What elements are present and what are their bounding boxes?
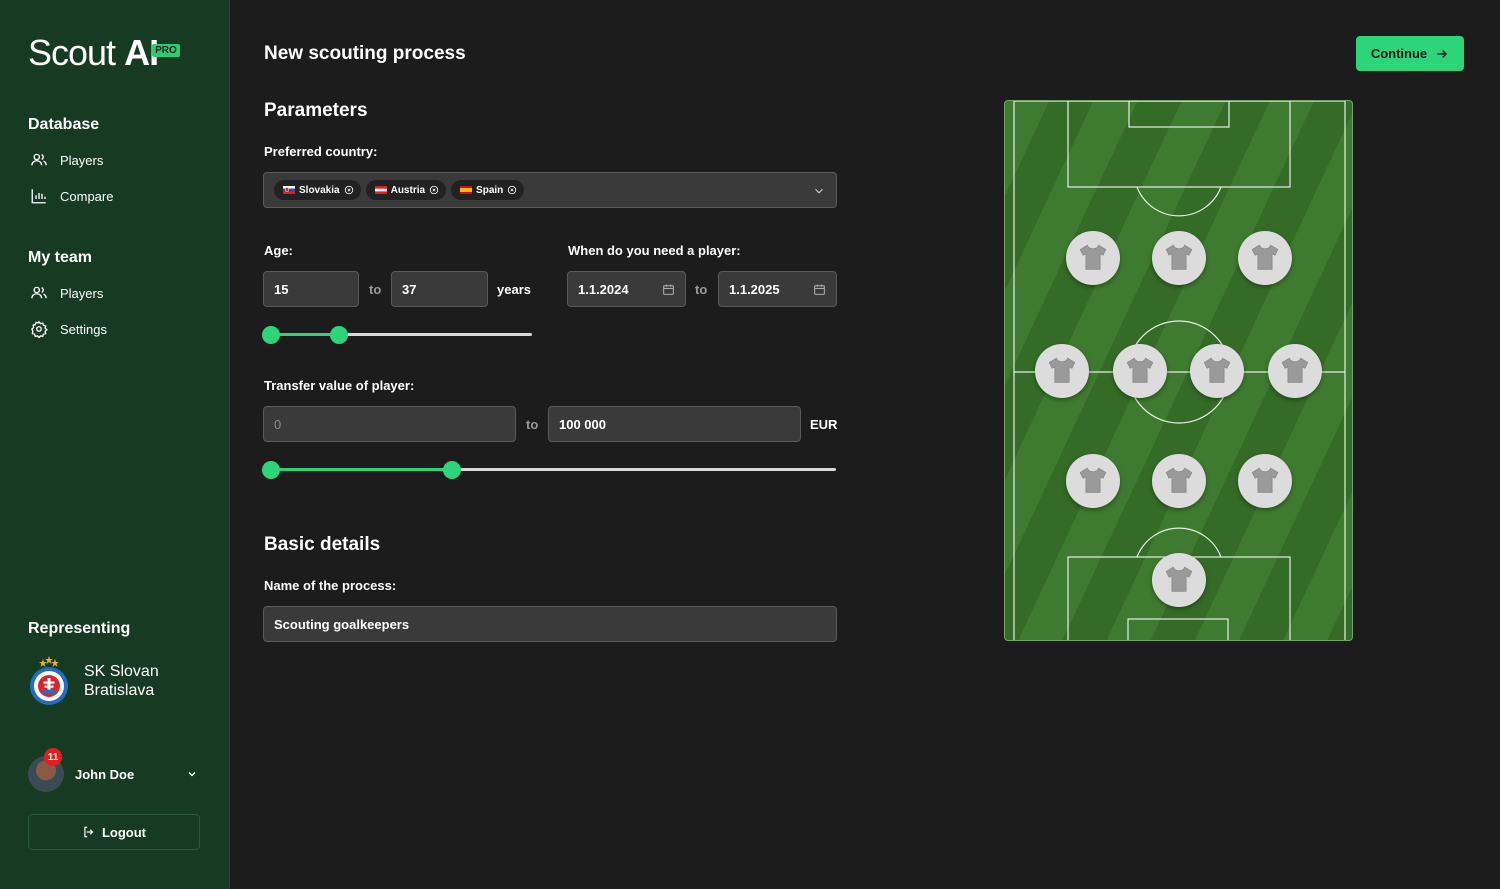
sidebar-item-label: Players	[60, 285, 104, 301]
logout-label: Logout	[101, 824, 147, 840]
club-crest-icon	[30, 656, 68, 705]
age-label: Age:	[264, 243, 293, 258]
sidebar: Scout AI PRO Database Players Compare My…	[0, 0, 230, 889]
date-to-value: 1.1.2025	[729, 281, 780, 297]
sidebar-item-label: Compare	[60, 188, 114, 204]
chevron-down-icon[interactable]	[186, 768, 198, 780]
transfer-slider-fill	[271, 468, 452, 471]
player-slot[interactable]	[1152, 231, 1206, 285]
sidebar-item-team-players[interactable]: Players	[30, 284, 103, 302]
users-icon	[31, 286, 47, 299]
date-from-input[interactable]: 1.1.2024	[567, 271, 686, 307]
shirt-icon	[1079, 244, 1107, 270]
chip-label: Spain	[476, 184, 504, 196]
country-chip-spain[interactable]: Spain	[451, 180, 525, 200]
spain-flag-icon	[460, 186, 473, 194]
logout-icon	[84, 826, 94, 838]
sidebar-item-label: Settings	[60, 321, 107, 337]
chip-label: Slovakia	[299, 184, 340, 196]
player-slot[interactable]	[1152, 454, 1206, 508]
player-slot[interactable]	[1268, 344, 1322, 398]
chip-label: Austria	[390, 184, 426, 196]
avatar[interactable]: 11	[28, 748, 64, 792]
player-slot[interactable]	[1113, 344, 1167, 398]
player-slot[interactable]	[1152, 553, 1206, 607]
chevron-down-icon[interactable]	[812, 184, 826, 198]
shirt-icon	[1165, 566, 1193, 592]
slovakia-flag-icon	[283, 186, 295, 194]
country-chip-austria[interactable]: Austria	[365, 180, 447, 200]
calendar-icon[interactable]	[813, 283, 826, 296]
country-chip-slovakia[interactable]: Slovakia	[274, 180, 361, 200]
parameters-title: Parameters	[264, 100, 368, 121]
player-slot[interactable]	[1066, 231, 1120, 285]
player-slot[interactable]	[1190, 344, 1244, 398]
age-from-input[interactable]: 15	[263, 271, 359, 307]
shirt-icon	[1079, 467, 1107, 493]
sidebar-item-compare[interactable]: Compare	[30, 187, 113, 205]
page-title: New scouting process	[264, 43, 466, 64]
currency-label: EUR	[810, 417, 838, 432]
date-from-value: 1.1.2024	[578, 281, 629, 297]
shirt-icon	[1203, 357, 1231, 383]
transfer-to-input[interactable]: 100 000	[548, 406, 801, 442]
shirt-icon	[1048, 357, 1076, 383]
age-unit-label: years	[497, 282, 531, 297]
arrow-right-icon	[1437, 49, 1448, 58]
country-label: Preferred country:	[264, 144, 378, 159]
transfer-slider-thumb-from[interactable]	[262, 461, 280, 479]
remove-chip-icon[interactable]	[344, 185, 354, 195]
transfer-slider-thumb-to[interactable]	[442, 461, 461, 479]
age-slider-thumb-to[interactable]	[329, 326, 348, 344]
gear-icon	[31, 320, 48, 338]
player-slot[interactable]	[1238, 454, 1292, 508]
to-label: to	[526, 417, 539, 432]
transfer-label: Transfer value of player:	[264, 378, 415, 393]
player-slot[interactable]	[1066, 454, 1120, 508]
club-info: SK Slovan Bratislava	[28, 656, 184, 706]
user-name: John Doe	[75, 766, 135, 782]
app-logo[interactable]: Scout AI PRO	[28, 34, 180, 72]
pro-badge: PRO	[152, 44, 180, 57]
process-name-label: Name of the process:	[264, 578, 397, 593]
need-label: When do you need a player:	[568, 243, 741, 258]
remove-chip-icon[interactable]	[429, 185, 439, 195]
database-section-title: Database	[28, 116, 100, 133]
age-slider-thumb-from[interactable]	[262, 326, 280, 344]
age-slider-fill	[271, 333, 339, 336]
shirt-icon	[1251, 467, 1279, 493]
notification-badge: 11	[44, 748, 62, 766]
remove-chip-icon[interactable]	[507, 185, 517, 195]
user-menu[interactable]: 11 John Doe	[28, 748, 198, 792]
bar-chart-icon	[31, 189, 46, 204]
calendar-icon[interactable]	[662, 283, 675, 296]
basic-details-title: Basic details	[264, 534, 381, 555]
logout-button[interactable]: Logout	[28, 814, 200, 850]
player-slot[interactable]	[1238, 231, 1292, 285]
age-to-input[interactable]: 37	[391, 271, 488, 307]
myteam-section-title: My team	[28, 249, 93, 266]
club-name: SK Slovan Bratislava	[84, 663, 159, 699]
shirt-icon	[1251, 244, 1279, 270]
representing-title: Representing	[28, 620, 131, 637]
to-label: to	[369, 282, 382, 297]
to-label: to	[695, 282, 708, 297]
shirt-icon	[1281, 357, 1309, 383]
player-slot[interactable]	[1035, 344, 1089, 398]
process-name-input[interactable]: Scouting goalkeepers	[263, 606, 837, 642]
date-to-input[interactable]: 1.1.2025	[718, 271, 837, 307]
austria-flag-icon	[374, 186, 387, 194]
sidebar-item-label: Players	[60, 152, 104, 168]
shirt-icon	[1165, 467, 1193, 493]
shirt-icon	[1165, 244, 1193, 270]
sidebar-item-settings[interactable]: Settings	[30, 320, 107, 338]
formation-pitch	[1004, 100, 1353, 641]
country-select[interactable]: Slovakia Austria Spain	[263, 172, 837, 208]
users-icon	[31, 153, 47, 166]
continue-button[interactable]: Continue	[1356, 36, 1464, 71]
continue-label: Continue	[1370, 46, 1428, 61]
shirt-icon	[1126, 357, 1154, 383]
sidebar-item-database-players[interactable]: Players	[30, 151, 103, 169]
transfer-from-input[interactable]: 0	[263, 406, 516, 442]
